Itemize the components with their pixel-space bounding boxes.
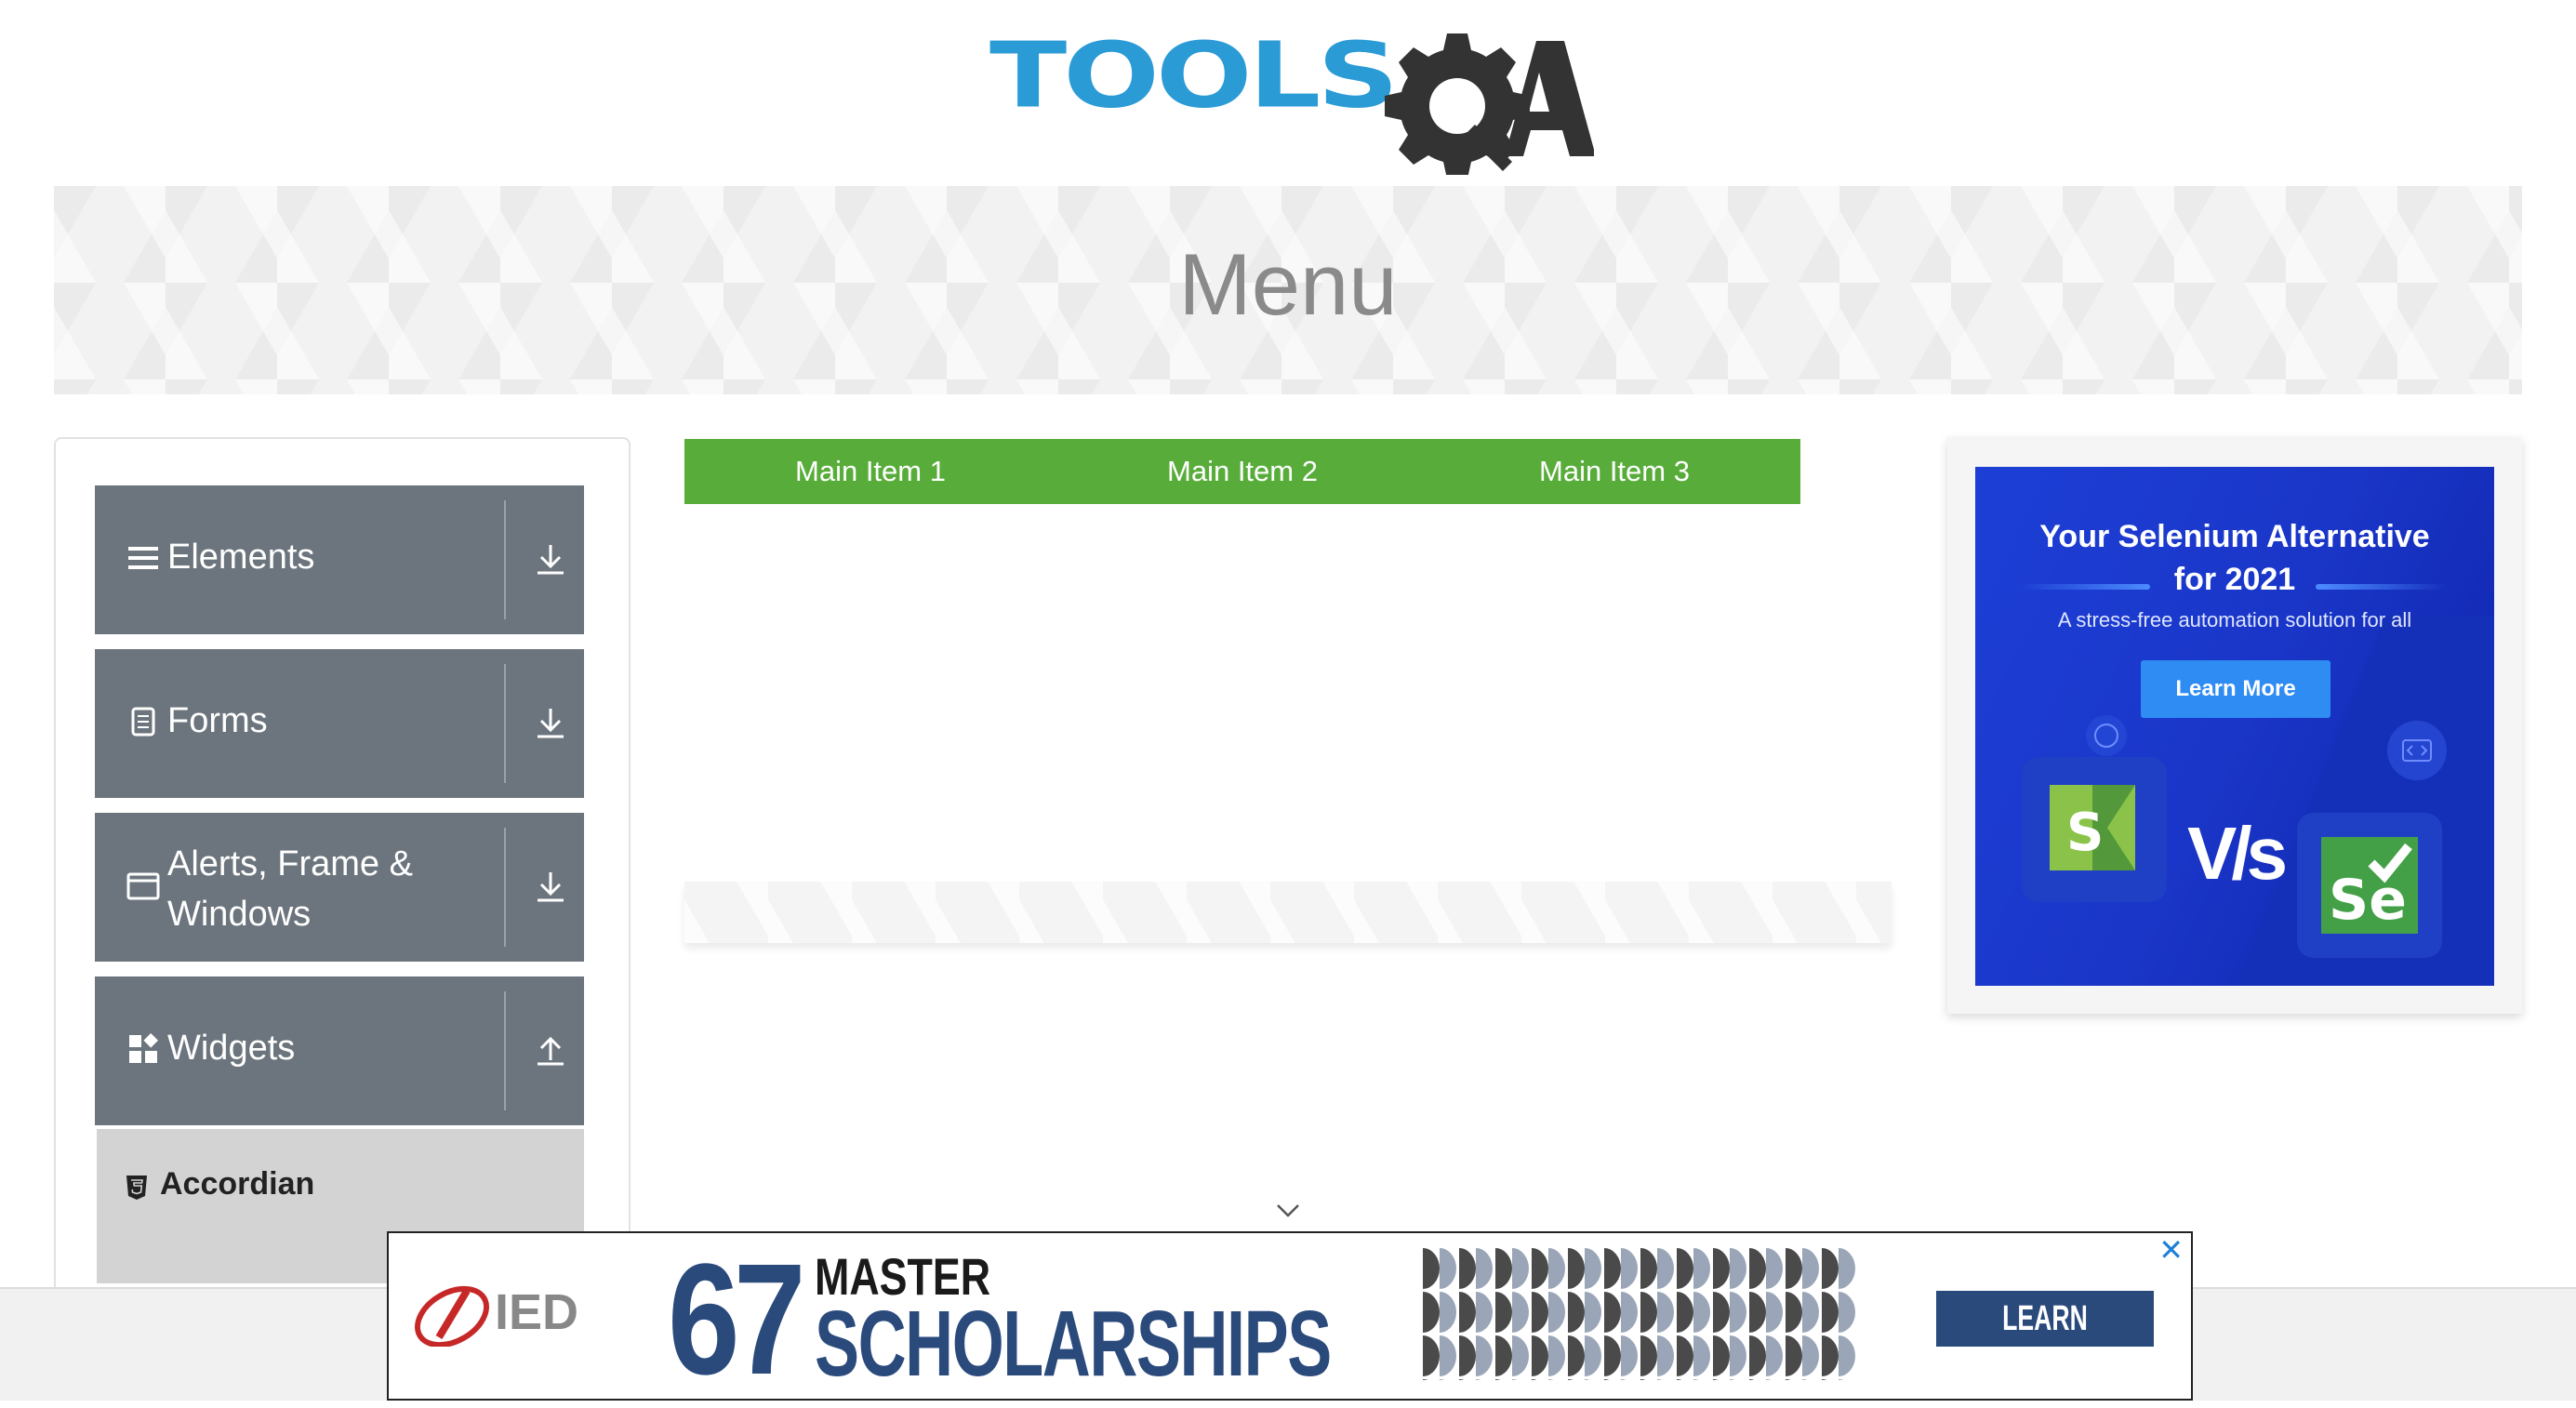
sidebar-group-label: Elements	[167, 538, 315, 577]
selenium-alternative-ad[interactable]: Your Selenium Alternative for 2021 A str…	[1975, 467, 2494, 986]
decorative-strip	[684, 882, 1892, 943]
toolsqa-logo[interactable]: TOOLS	[989, 26, 1594, 175]
divider	[504, 991, 506, 1110]
chevron-down-icon[interactable]	[1274, 1202, 1302, 1220]
sidebar-group-label: Forms	[167, 701, 268, 740]
testsigma-logo-icon: S	[2022, 757, 2167, 902]
ad-pattern-graphic	[1421, 1248, 1856, 1380]
widgets-icon	[129, 1033, 158, 1063]
ad-headline-line2: SCHOLARSHIPS	[815, 1292, 1332, 1396]
sidebar-item-accordian[interactable]: Accordian	[97, 1129, 584, 1246]
menu-item-1[interactable]: Main Item 1	[731, 439, 1010, 504]
ad-title-line2: for 2021	[2173, 562, 2296, 597]
hamburger-icon	[128, 547, 158, 569]
ad-learn-more-label: LEARN MORE	[2002, 1299, 2088, 1394]
logo-tools-text: TOOLS	[989, 22, 1399, 128]
divider	[504, 664, 506, 783]
download-arrow-icon[interactable]	[532, 869, 569, 906]
svg-text:Se: Se	[2329, 868, 2407, 933]
gear-magnifier-icon	[1385, 33, 1594, 175]
clock-icon	[2086, 715, 2127, 756]
sidebar-group-widgets[interactable]: Widgets	[95, 976, 584, 1125]
svg-text:S: S	[2066, 803, 2104, 863]
sidebar-group-label: Alerts, Frame & Windows	[167, 844, 413, 934]
ad-learn-more-button[interactable]: LEARN MORE	[1936, 1291, 2154, 1394]
html5-icon	[126, 1176, 147, 1200]
sidebar-group-alerts[interactable]: Alerts, Frame & Windows	[95, 813, 584, 962]
main-menu-bar: Main Item 1 Main Item 2 Main Item 3	[684, 439, 1800, 504]
sidebar-group-elements[interactable]: Elements	[95, 485, 584, 634]
ad-vs-text: V/s	[2187, 812, 2288, 895]
ad-subtitle: A stress-free automation solution for al…	[2057, 608, 2412, 631]
sidebar-item-label: Accordian	[160, 1166, 315, 1202]
sidebar-group-label: Widgets	[167, 1029, 296, 1068]
scholarships-ad[interactable]: IED 67 MASTER SCHOLARSHIPS LEARN MORE ✕	[387, 1231, 2193, 1401]
page-title: Menu	[1178, 235, 1398, 333]
menu-item-2[interactable]: Main Item 2	[1103, 439, 1382, 504]
window-icon	[126, 872, 160, 900]
ad-number: 67	[668, 1231, 806, 1408]
page-banner: Menu	[54, 186, 2522, 394]
close-icon[interactable]: ✕	[2158, 1235, 2184, 1265]
ad-decor-line	[2020, 584, 2150, 590]
ad-learn-more-button[interactable]: Learn More	[2141, 660, 2330, 718]
selenium-logo-icon: Se	[2297, 813, 2442, 958]
code-icon	[2387, 721, 2447, 780]
divider	[504, 828, 506, 947]
sidebar-group-forms[interactable]: Forms	[95, 649, 584, 798]
divider	[504, 500, 506, 619]
ad-title-line1: Your Selenium Alternative	[2039, 519, 2430, 554]
menu-item-3[interactable]: Main Item 3	[1475, 439, 1754, 504]
document-icon	[131, 707, 155, 737]
download-arrow-icon[interactable]	[532, 541, 569, 578]
download-arrow-icon[interactable]	[532, 705, 569, 742]
ad-brand: IED	[495, 1284, 579, 1340]
ad-decor-line	[2316, 584, 2446, 590]
upload-arrow-icon[interactable]	[532, 1032, 569, 1069]
